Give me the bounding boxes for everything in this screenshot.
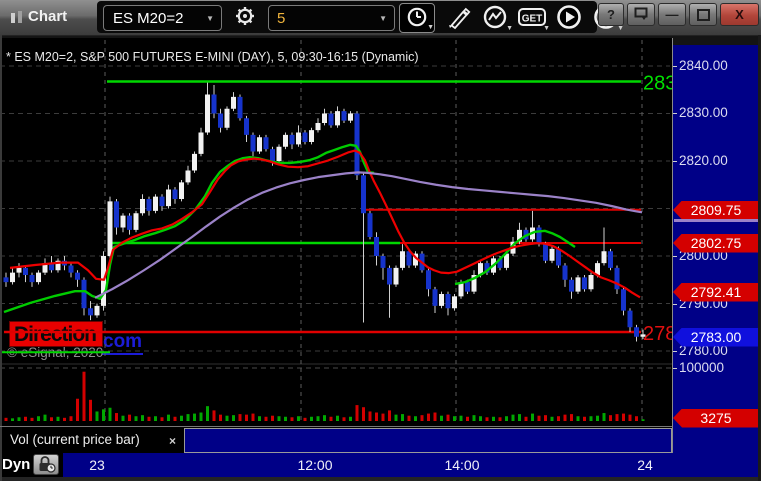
help-icon: ? — [607, 7, 615, 22]
tab-row-fill — [184, 428, 672, 453]
chart-title: * ES M20=2, S&P 500 FUTURES E-MINI (DAY)… — [6, 50, 419, 64]
chevron-down-icon: ▼ — [206, 13, 214, 23]
close-icon[interactable]: × — [169, 428, 176, 454]
price-axis-label: 2830.00 — [679, 105, 728, 120]
chevron-down-icon: ▼ — [427, 24, 434, 31]
time-axis-label: 23 — [89, 457, 105, 473]
chart-window-icon — [9, 10, 25, 30]
indicator-button[interactable]: ▼ — [477, 3, 513, 33]
price-axis-label: 2820.00 — [679, 153, 728, 168]
tab-volume-study[interactable]: Vol (current price bar) × — [0, 427, 184, 453]
time-axis-label: 24 — [637, 457, 653, 473]
clock-icon — [406, 6, 428, 31]
window-left-edge — [0, 35, 2, 481]
axis-separator[interactable] — [672, 38, 673, 453]
price-axis-label: 2840.00 — [679, 58, 728, 73]
chart-pane[interactable] — [0, 38, 672, 427]
interval-combobox[interactable]: 5 ▼ — [268, 5, 395, 31]
watermark-direction: Direction — [9, 321, 103, 347]
symbol-value: ES M20=2 — [113, 9, 184, 27]
price-tag: 2802.75 — [673, 233, 759, 253]
pane-separator[interactable] — [0, 426, 672, 427]
play-icon — [556, 4, 582, 33]
chevron-down-icon: ▼ — [506, 25, 513, 32]
study-tab-row: Vol (current price bar) × — [0, 427, 672, 453]
dyn-mode-label: Dyn — [2, 456, 31, 473]
chevron-down-icon: ▼ — [379, 13, 387, 23]
slow-ma-axis-marker — [674, 219, 758, 222]
time-interval-button[interactable]: ▼ — [399, 3, 435, 33]
minimize-icon: — — [665, 7, 679, 22]
symbol-settings-button[interactable] — [227, 4, 262, 32]
svg-text:GET: GET — [522, 13, 543, 24]
maximize-icon — [696, 8, 710, 21]
chevron-down-icon: ▼ — [543, 25, 550, 32]
lock-clock-icon — [35, 456, 57, 476]
zigzag-line-icon — [482, 4, 508, 33]
maximize-button[interactable] — [689, 3, 717, 26]
time-axis-label: 12:00 — [297, 457, 333, 473]
price-axis[interactable]: 2840.00 2830.00 2820.00 2800.00 2790.00 2780.… — [672, 45, 761, 477]
play-button[interactable] — [552, 3, 586, 33]
close-button[interactable]: X — [720, 3, 759, 26]
pencil-icon — [445, 4, 471, 33]
watermark-com: com — [102, 331, 144, 355]
get-data-button[interactable]: GET ▼ — [514, 3, 550, 33]
popout-icon — [634, 7, 648, 23]
price-tag: 3275 — [673, 408, 759, 428]
window-titlebar[interactable]: Chart ES M20=2 ▼ 5 ▼ ▼ ▼ GET ▼ ▼ ? — X — [0, 0, 761, 36]
minimize-button[interactable]: — — [658, 3, 686, 26]
dyn-mode-box: Dyn — [0, 453, 63, 477]
time-lock-button[interactable] — [33, 454, 59, 475]
price-tag: 2783.00 — [673, 327, 759, 347]
chevron-down-icon: ▼ — [617, 25, 624, 32]
popout-button[interactable] — [627, 3, 655, 26]
draw-tools-button[interactable] — [441, 3, 474, 33]
price-tag: 2809.75 — [673, 200, 759, 220]
price-tag: 2792.41 — [673, 282, 759, 302]
window-title: Chart — [28, 8, 68, 25]
volume-tab-label: Vol (current price bar) — [10, 432, 140, 447]
time-axis[interactable]: Dyn 23 12:00 14:00 24 — [0, 453, 761, 477]
close-icon: X — [735, 7, 744, 22]
copyright-text: © eSignal, 2020 — [7, 345, 104, 360]
help-button[interactable]: ? — [598, 3, 624, 26]
time-axis-label: 14:00 — [444, 457, 480, 473]
price-axis-label: 100000 — [679, 360, 725, 375]
interval-value: 5 — [277, 9, 286, 27]
gear-icon — [235, 6, 255, 30]
window-bottom-edge — [0, 477, 761, 481]
symbol-combobox[interactable]: ES M20=2 ▼ — [103, 5, 222, 31]
